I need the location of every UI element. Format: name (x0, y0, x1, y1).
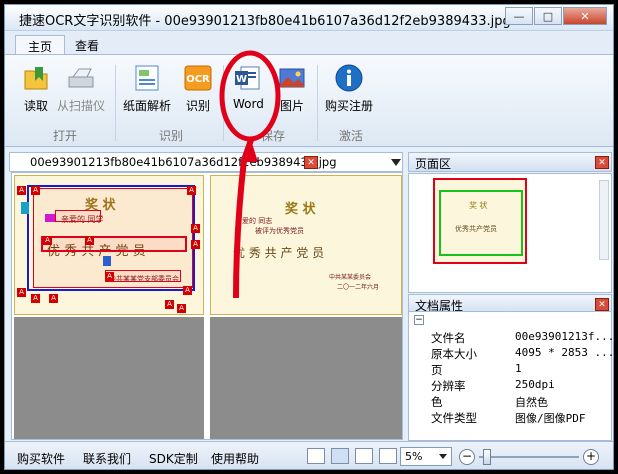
highlight-circle (219, 50, 281, 142)
annotation-overlay (219, 50, 281, 299)
annotation-arrow-line (233, 139, 254, 299)
